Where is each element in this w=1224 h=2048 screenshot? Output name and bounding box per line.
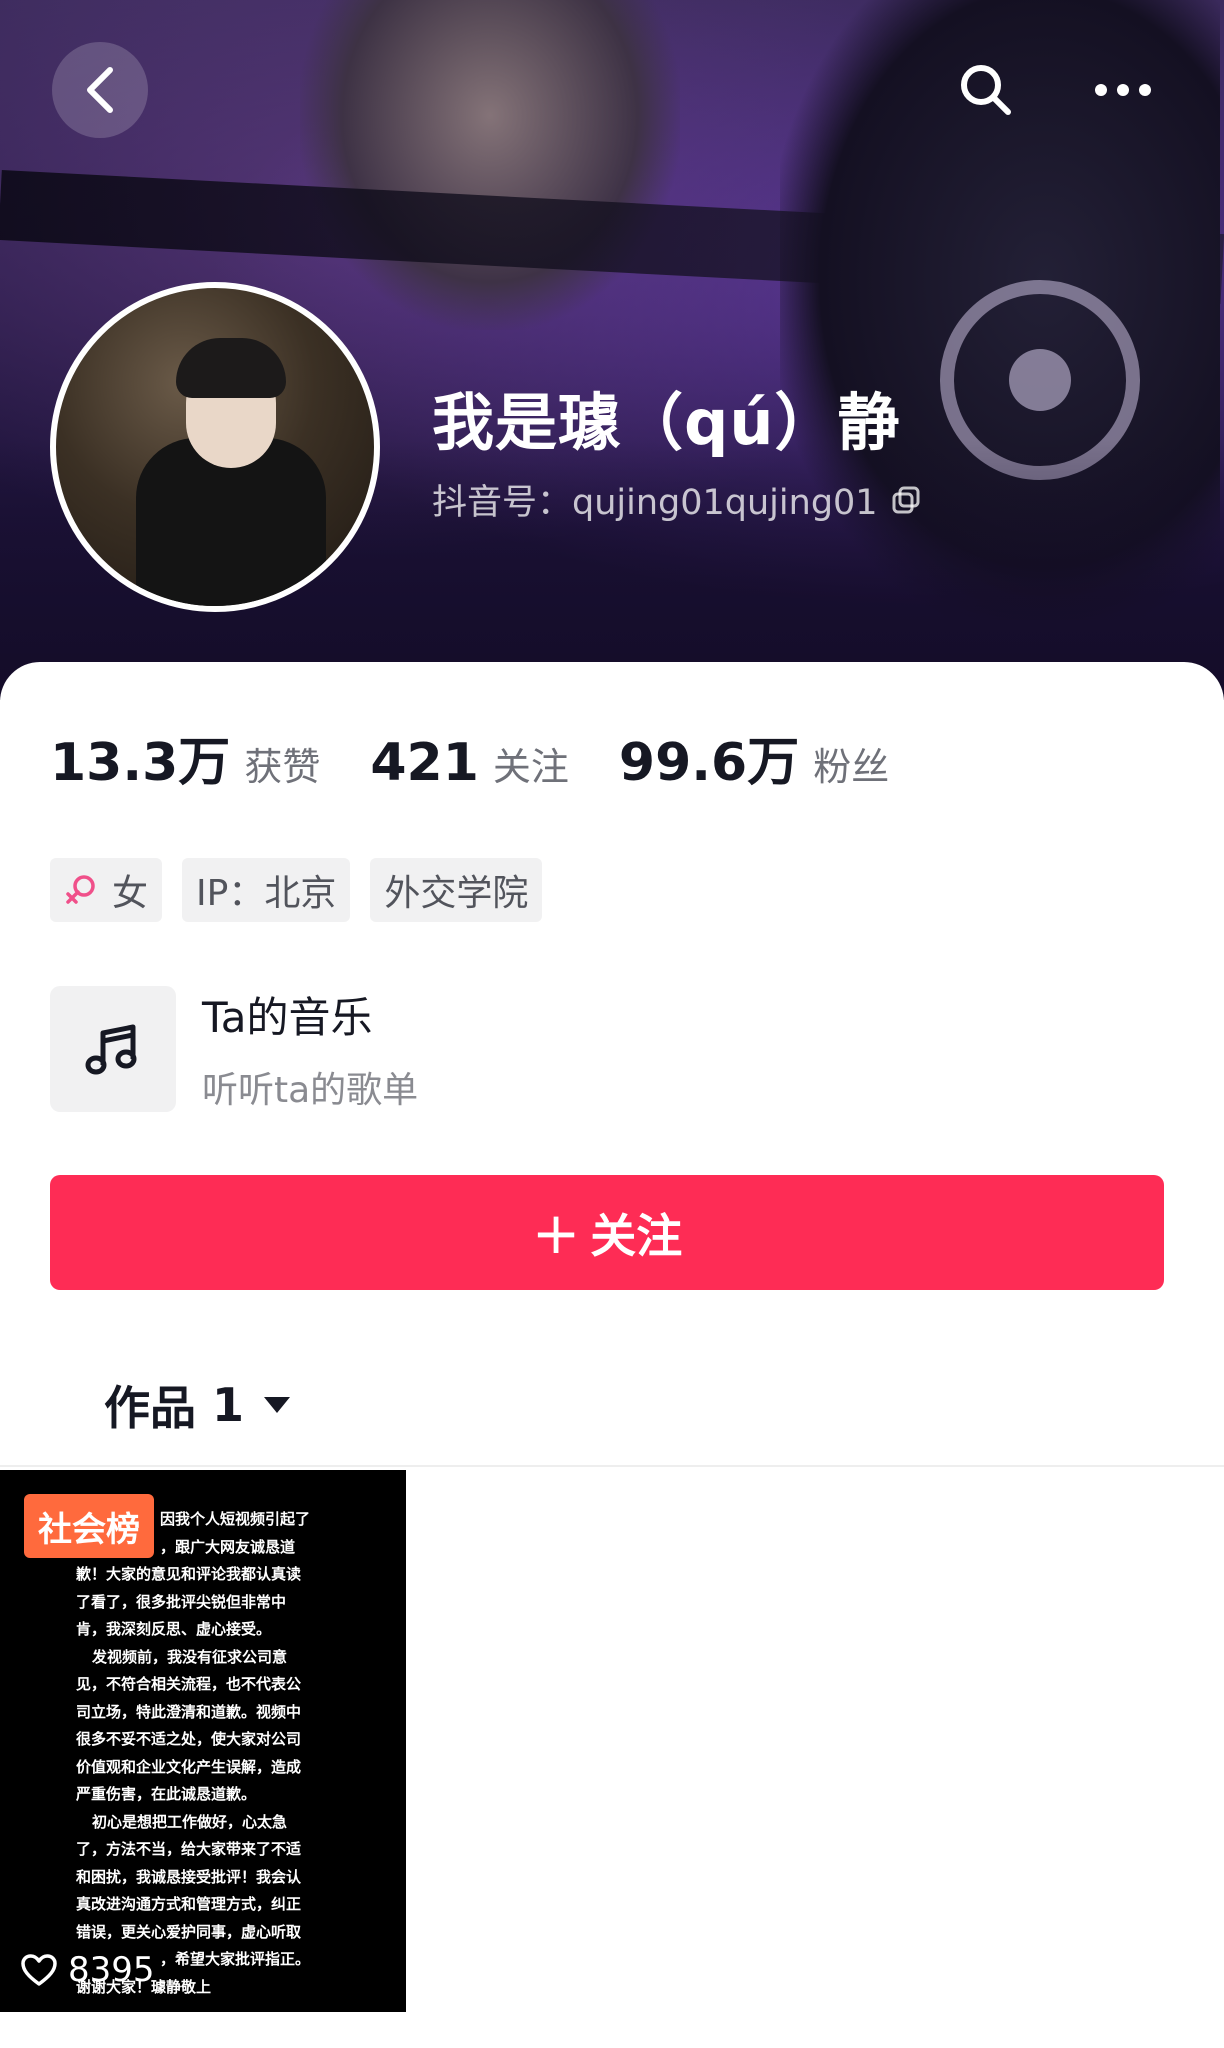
music-subtitle: 听听ta的歌单 [202, 1070, 419, 1111]
profile-tags: 女 IP：北京 外交学院 [50, 858, 562, 922]
tab-works[interactable]: 作品 1 [104, 1372, 292, 1438]
video-line: 歉！大家的意见和评论我都认真读 [76, 1565, 302, 1583]
copy-icon[interactable] [890, 484, 922, 516]
music-title: Ta的音乐 [202, 993, 373, 1042]
video-likes-count: 8395 [68, 1950, 155, 1990]
profile-name: 我是璩（qú）静 [432, 386, 901, 459]
music-thumb [50, 985, 176, 1112]
tag-gender: 女 [50, 858, 163, 922]
more-dots-icon [1095, 84, 1151, 96]
video-line: 肯，我深刻反思、虚心接受。 [76, 1620, 272, 1638]
video-line: 发视频前，我没有征求公司意 [92, 1647, 288, 1666]
tag-school[interactable]: 外交学院 [370, 858, 543, 922]
douyin-id[interactable]: 抖音号：qujing01qujing01 [432, 474, 922, 525]
music-note-icon [85, 1024, 137, 1074]
stat-likes-label: 获赞 [244, 745, 321, 789]
video-line: 了看了，很多批评尖锐但非常中 [76, 1592, 287, 1611]
video-badge: 社会榜 [24, 1494, 154, 1558]
tag-ip: IP：北京 [182, 858, 351, 922]
stat-following-value: 421 [370, 733, 479, 793]
stat-followers-label: 粉丝 [813, 745, 890, 789]
douyin-id-text: 抖音号：qujing01qujing01 [432, 483, 878, 523]
stat-following[interactable]: 421 关注 [370, 733, 569, 793]
video-line: 和困扰，我诚恳接受批评！我会认 [76, 1867, 302, 1886]
avatar[interactable] [50, 282, 380, 612]
video-line: 错误，更关心爱护同事，虚心听取 [76, 1922, 302, 1941]
caret-down-icon[interactable] [262, 1394, 292, 1416]
music-entry[interactable]: Ta的音乐 听听ta的歌单 [50, 984, 418, 1113]
video-line: 了，方法不当，给大家带来了不适 [76, 1840, 302, 1858]
divider [0, 1465, 1224, 1467]
stat-likes-value: 13.3万 [50, 733, 231, 793]
back-button[interactable] [52, 42, 148, 138]
video-line: 见，不符合相关流程，也不代表公 [76, 1675, 302, 1693]
heart-outline-icon [20, 1953, 58, 1987]
search-button[interactable] [938, 42, 1034, 138]
tag-gender-label: 女 [112, 873, 149, 914]
video-line: 严重伤害，在此诚恳道歉。 [76, 1785, 257, 1803]
banner-photo-figure [300, 0, 680, 330]
female-icon [64, 873, 98, 907]
stat-following-label: 关注 [492, 745, 569, 789]
more-button[interactable] [1075, 42, 1171, 138]
plus-icon: + [531, 1198, 581, 1267]
video-line: 初心是想把工作做好，心太急 [92, 1812, 288, 1831]
video-thumbnail[interactable]: 因我个人短视频引起了 ，跟广大网友诚恳道 歉！大家的意见和评论我都认真读 了看了… [0, 1470, 406, 2012]
video-line: 真改进沟通方式和管理方式，纠正 [76, 1895, 302, 1913]
search-icon [961, 65, 1011, 115]
video-line: 价值观和企业文化产生误解，造成 [76, 1757, 302, 1776]
video-caption-text: 因我个人短视频引起了 ，跟广大网友诚恳道 歉！大家的意见和评论我都认真读 了看了… [76, 1506, 316, 2001]
stats-row: 13.3万 获赞 421 关注 99.6万 粉丝 [50, 720, 939, 795]
video-line: 很多不妥不适之处，使大家对公司 [76, 1730, 302, 1748]
chevron-left-icon [87, 67, 113, 113]
follow-button[interactable]: + 关注 [50, 1175, 1164, 1290]
stat-followers[interactable]: 99.6万 粉丝 [619, 720, 889, 795]
tab-works-label: 作品 [104, 1381, 196, 1435]
stat-likes[interactable]: 13.3万 获赞 [50, 720, 320, 795]
tab-works-count: 1 [212, 1378, 245, 1432]
follow-button-label: 关注 [590, 1208, 683, 1263]
video-likes: 8395 [20, 1950, 155, 1990]
video-line: 司立场，特此澄清和道歉。视频中 [76, 1702, 302, 1721]
stat-followers-value: 99.6万 [618, 733, 800, 793]
